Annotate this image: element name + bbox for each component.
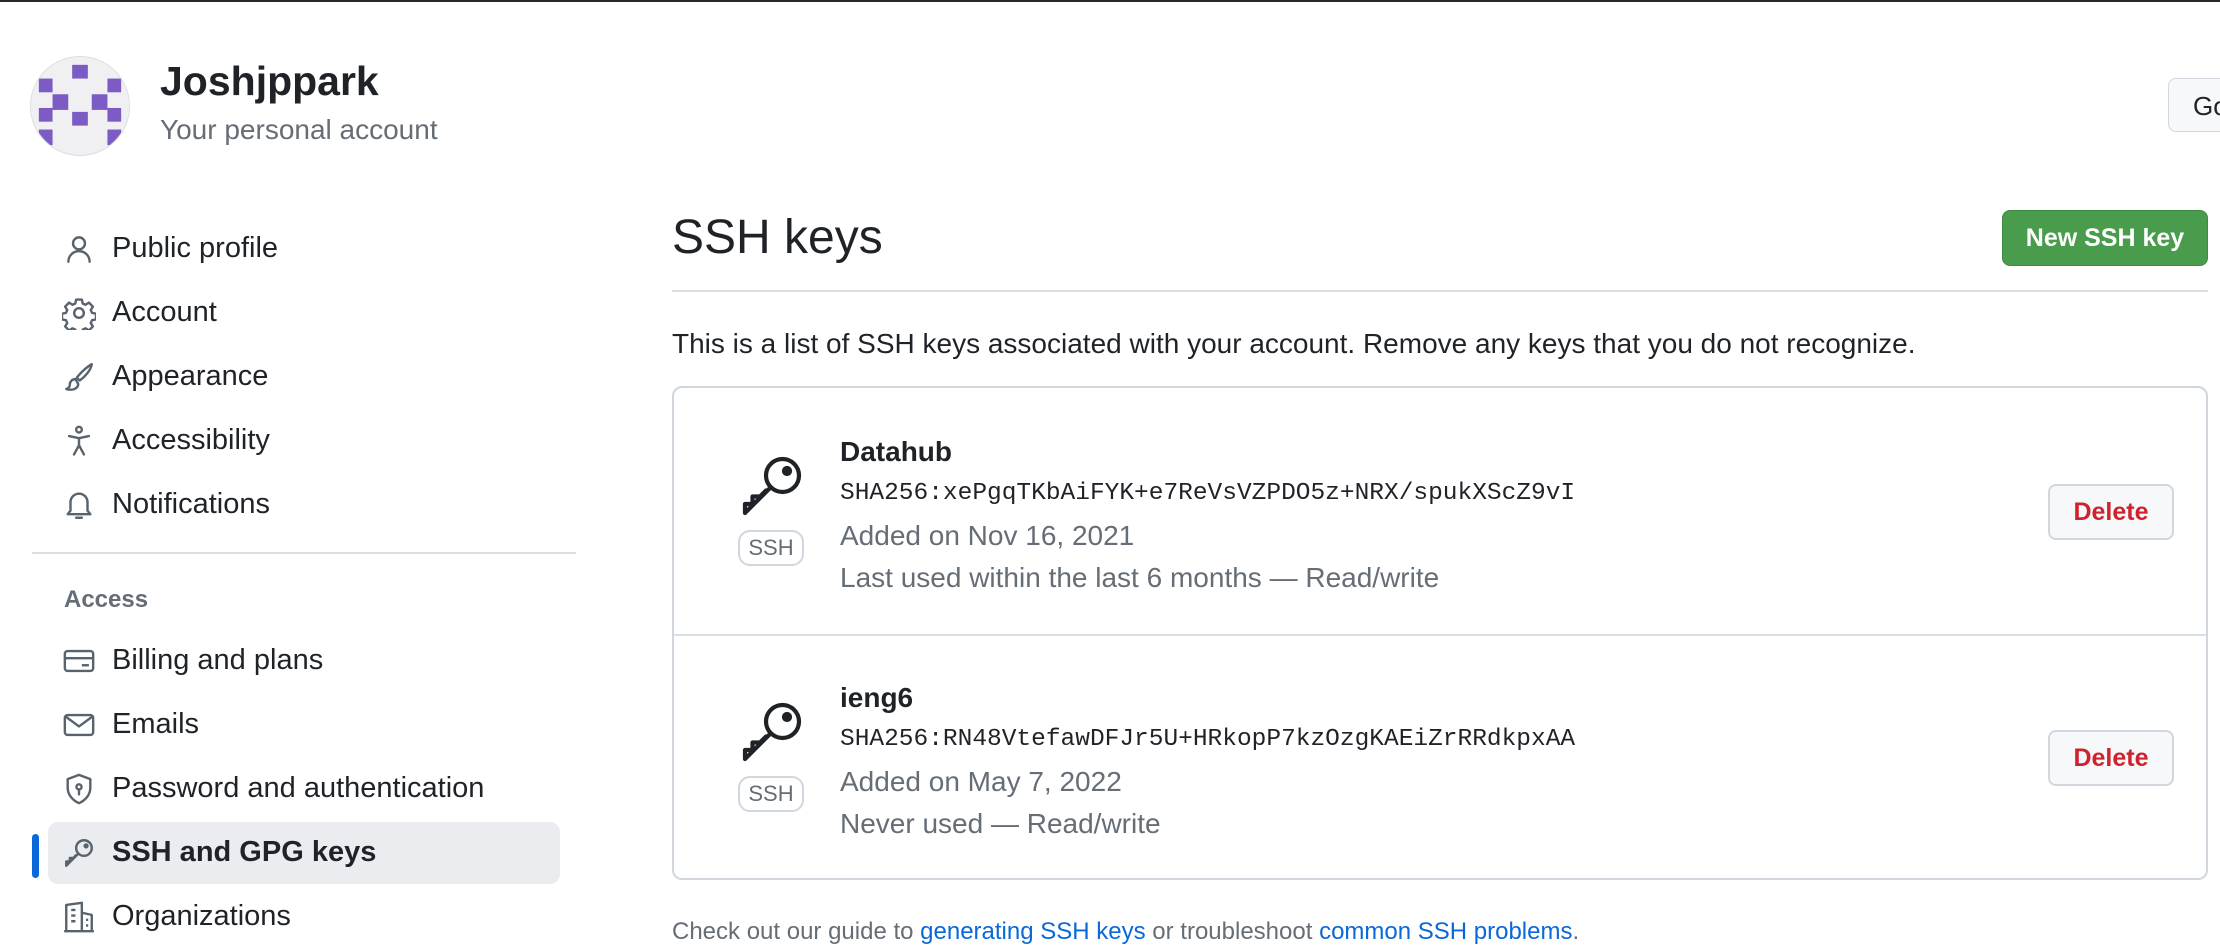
common-ssh-problems-link[interactable]: common SSH problems [1319,918,1572,945]
sidebar-item-emails[interactable]: Emails [48,694,560,756]
sidebar-item-label: Account [112,296,217,328]
ssh-key-title: Datahub [840,436,952,467]
ssh-type-badge: SSH [738,530,804,566]
ssh-help-suffix: . [1572,918,1580,945]
gear-icon [62,296,96,330]
organization-icon [62,900,96,934]
bell-icon [62,488,96,522]
sidebar-item-password-auth[interactable]: Password and authentication [48,758,560,820]
sidebar-item-label: Notifications [112,488,270,520]
generating-ssh-keys-link[interactable]: generating SSH keys [920,918,1145,945]
mail-icon [62,708,96,742]
sidebar-item-notifications[interactable]: Notifications [48,474,560,536]
sidebar-item-label: Public profile [112,232,279,264]
sidebar-item-label: SSH and GPG keys [112,836,377,868]
ssh-key-added-date: Added on Nov 16, 2021 [840,520,1135,551]
ssh-key-added-date: Added on May 7, 2022 [840,766,1122,797]
sidebar-item-label: Password and authentication [112,772,485,804]
sidebar-item-billing[interactable]: Billing and plans [48,630,560,692]
new-ssh-key-button[interactable]: New SSH key [2002,210,2208,266]
ssh-help-middle: or troubleshoot [1145,918,1320,945]
ssh-help-prefix: Check out our guide to [672,918,921,945]
key-icon [62,836,96,870]
sidebar-item-public-profile[interactable]: Public profile [48,218,560,280]
delete-key-button[interactable]: Delete [2048,484,2174,540]
person-icon [62,232,96,266]
ssh-help-note: Check out our guide to generating SSH ke… [672,918,1579,946]
ssh-type-badge: SSH [738,776,804,812]
sidebar-item-label: Billing and plans [112,644,324,676]
ssh-key-row: SSH Datahub SHA256:xePgqTKbAiFYK+e7ReVsV… [674,388,2206,634]
sidebar-item-label: Appearance [112,360,269,392]
window-top-border [0,0,2220,2]
accessibility-icon [62,424,96,458]
selected-indicator [32,834,39,878]
ssh-key-last-used: Never used — Read/write [840,808,1161,839]
credit-card-icon [62,644,96,678]
go-to-profile-button[interactable]: Go [2168,78,2220,132]
sidebar-item-account[interactable]: Account [48,282,560,344]
page-title: SSH keys [672,211,883,264]
paintbrush-icon [62,360,96,394]
sidebar-item-appearance[interactable]: Appearance [48,346,560,408]
ssh-key-list: SSH Datahub SHA256:xePgqTKbAiFYK+e7ReVsV… [672,386,2208,880]
account-username[interactable]: Joshjppark [160,58,379,105]
ssh-key-last-used: Last used within the last 6 months — Rea… [840,562,1440,593]
sidebar-item-organizations[interactable]: Organizations [48,886,560,948]
sidebar-item-label: Emails [112,708,200,740]
ssh-key-fingerprint: SHA256:RN48VtefawDFJr5U+HRkopP7kzOzgKAEi… [840,726,1576,753]
identicon-icon [31,57,129,155]
sidebar-divider [32,552,576,554]
delete-key-button[interactable]: Delete [2048,730,2174,786]
key-icon [736,450,808,522]
key-icon [736,696,808,768]
shield-lock-icon [62,772,96,806]
ssh-key-row: SSH ieng6 SHA256:RN48VtefawDFJr5U+HRkopP… [674,634,2206,882]
sidebar-section-heading: Access [64,586,149,613]
sidebar-item-accessibility[interactable]: Accessibility [48,410,560,472]
ssh-key-fingerprint: SHA256:xePgqTKbAiFYK+e7ReVsVZPDO5z+NRX/s… [840,480,1576,507]
ssh-key-title: ieng6 [840,682,914,713]
avatar[interactable] [30,56,130,156]
ssh-keys-description: This is a list of SSH keys associated wi… [672,328,1916,359]
sidebar-item-label: Accessibility [112,424,270,456]
title-divider [672,290,2208,292]
sidebar-item-label: Organizations [112,900,291,932]
sidebar-item-ssh-gpg-keys[interactable]: SSH and GPG keys [48,822,560,884]
account-subtitle: Your personal account [160,114,438,145]
